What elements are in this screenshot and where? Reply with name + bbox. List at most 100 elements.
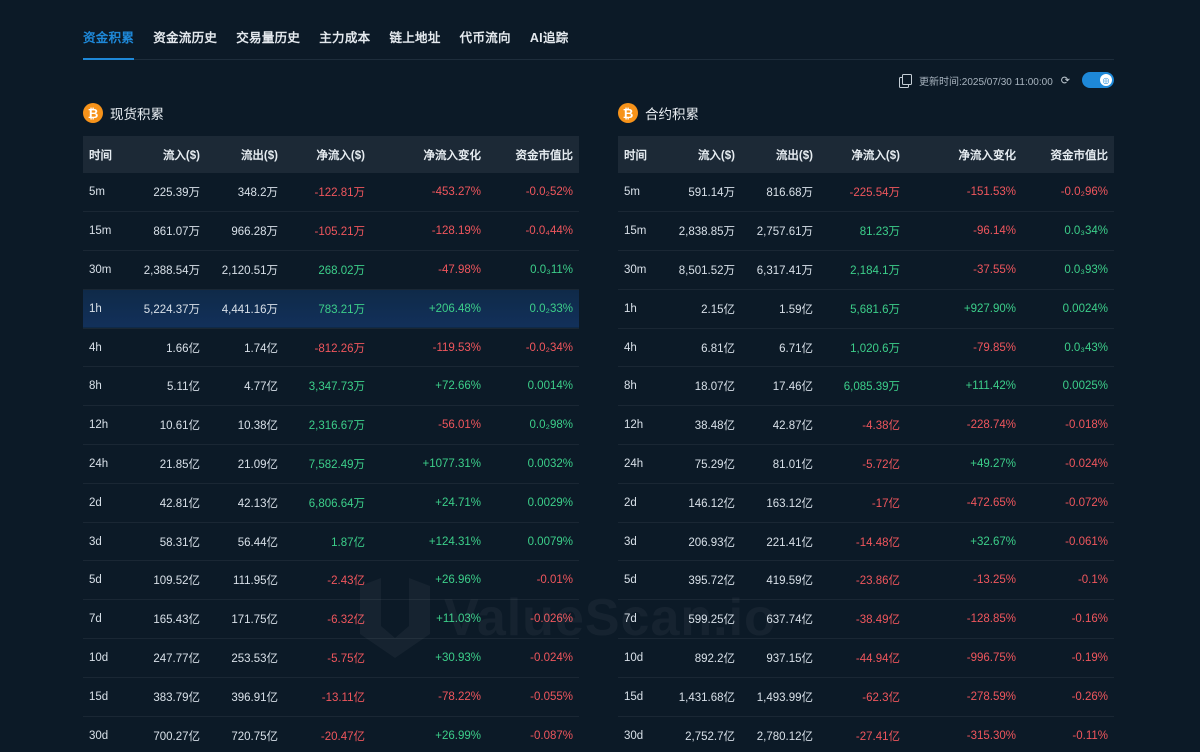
tab-6[interactable]: AI追踪 xyxy=(530,0,569,59)
table-cell: -225.54万 xyxy=(849,187,900,200)
table-cell: -6.32亿 xyxy=(327,614,365,627)
table-cell: 2,120.51万 xyxy=(221,264,278,277)
table-row[interactable]: 4h 1.66亿 1.74亿 -812.26万 -119.53% -0.0₂34% xyxy=(83,328,579,367)
table-row[interactable]: 12h 38.48亿 42.87亿 -4.38亿 -228.74% -0.018% xyxy=(618,406,1114,445)
table-row[interactable]: 10d 892.2亿 937.15亿 -44.94亿 -996.75% -0.19% xyxy=(618,639,1114,678)
table-row[interactable]: 5d 109.52亿 111.95亿 -2.43亿 +26.96% -0.01% xyxy=(83,561,579,600)
tab-2[interactable]: 交易量历史 xyxy=(236,0,300,59)
table-row[interactable]: 7d 165.43亿 171.75亿 -6.32亿 +11.03% -0.026% xyxy=(83,600,579,639)
table-row[interactable]: 5d 395.72亿 419.59亿 -23.86亿 -13.25% -0.1% xyxy=(618,561,1114,600)
table-cell: +927.90% xyxy=(963,302,1016,315)
bitcoin-icon: ₿ xyxy=(618,103,638,123)
table-cell: +49.27% xyxy=(970,457,1016,470)
table-cell: 6.71亿 xyxy=(779,342,813,355)
table-cell: 591.14万 xyxy=(688,187,735,200)
futures-panel-header: ₿ 合约积累 xyxy=(618,100,1114,126)
table-cell: 30d xyxy=(89,729,109,742)
table-cell: 42.81亿 xyxy=(159,497,200,510)
table-cell: 4h xyxy=(624,341,637,354)
table-row[interactable]: 2d 42.81亿 42.13亿 6,806.64万 +24.71% 0.0029% xyxy=(83,483,579,523)
table-cell: 24h xyxy=(624,457,644,470)
spot-accumulation-panel: ₿ 现货积累 时间 流入($) 流出($) 净流入($) 净流入变化 资金市值比 5m 22… xyxy=(83,100,579,752)
table-cell: -0.026% xyxy=(530,613,573,626)
table-row[interactable]: 1h 5,224.37万 4,441.16万 783.21万 +206.48% 0.0₂3… xyxy=(83,289,579,329)
table-cell: -56.01% xyxy=(438,419,481,432)
table-cell: +32.67% xyxy=(970,535,1016,548)
table-row[interactable]: 2d 146.12亿 163.12亿 -17亿 -472.65% -0.072% xyxy=(618,483,1114,523)
table-cell: -315.30% xyxy=(966,729,1016,742)
table-cell: -105.21万 xyxy=(314,226,365,239)
table-row[interactable]: 7d 599.25亿 637.74亿 -38.49亿 -128.85% -0.16% xyxy=(618,600,1114,639)
table-row[interactable]: 30d 2,752.7亿 2,780.12亿 -27.41亿 -315.30% -0.11… xyxy=(618,716,1114,752)
spot-table: 时间 流入($) 流出($) 净流入($) 净流入变化 资金市值比 5m 225.39万 34… xyxy=(83,136,579,752)
tab-3[interactable]: 主力成本 xyxy=(319,0,370,59)
table-cell: 966.28万 xyxy=(231,226,278,239)
table-row[interactable]: 24h 75.29亿 81.01亿 -5.72亿 +49.27% -0.024% xyxy=(618,445,1114,484)
table-row[interactable]: 3d 206.93亿 221.41亿 -14.48亿 +32.67% -0.061% xyxy=(618,522,1114,561)
table-cell: -0.018% xyxy=(1065,419,1108,432)
table-cell: 0.0₂98% xyxy=(529,419,573,432)
table-cell: -122.81万 xyxy=(314,187,365,200)
table-cell: 5m xyxy=(624,186,640,199)
table-cell: -78.22% xyxy=(438,690,481,703)
table-cell: 15d xyxy=(89,690,109,703)
table-row[interactable]: 3d 58.31亿 56.44亿 1.87亿 +124.31% 0.0079% xyxy=(83,522,579,561)
tab-1[interactable]: 资金流历史 xyxy=(153,0,217,59)
table-cell: 15m xyxy=(89,225,112,238)
table-cell: -0.11% xyxy=(1072,729,1108,742)
table-row[interactable]: 15d 1,431.68亿 1,493.99亿 -62.3亿 -278.59% -0.26… xyxy=(618,677,1114,717)
table-cell: 1,493.99亿 xyxy=(756,691,813,704)
table-row[interactable]: 1h 2.15亿 1.59亿 5,681.6万 +927.90% 0.0024% xyxy=(618,289,1114,329)
table-row[interactable]: 10d 247.77亿 253.53亿 -5.75亿 +30.93% -0.024% xyxy=(83,639,579,678)
table-row[interactable]: 8h 18.07亿 17.46亿 6,085.39万 +111.42% 0.0025% xyxy=(618,367,1114,406)
table-cell: -119.53% xyxy=(432,341,481,354)
table-cell: -14.48亿 xyxy=(855,536,900,549)
table-cell: 0.0₃93% xyxy=(1064,263,1108,276)
table-row[interactable]: 15m 861.07万 966.28万 -105.21万 -128.19% -0.0₄44… xyxy=(83,212,579,251)
table-cell: 10.61亿 xyxy=(159,420,200,433)
column-header: 流出($) xyxy=(775,149,813,162)
table-cell: 18.07亿 xyxy=(694,381,735,394)
table-row[interactable]: 15d 383.79亿 396.91亿 -13.11亿 -78.22% -0.055% xyxy=(83,677,579,717)
table-row[interactable]: 8h 5.11亿 4.77亿 3,347.73万 +72.66% 0.0014% xyxy=(83,367,579,406)
table-row[interactable]: 24h 21.85亿 21.09亿 7,582.49万 +1077.31% 0.0032% xyxy=(83,445,579,484)
auto-refresh-toggle[interactable]: ◎ xyxy=(1082,72,1114,88)
tab-5[interactable]: 代币流向 xyxy=(460,0,511,59)
table-cell: 206.93亿 xyxy=(688,536,735,549)
copy-icon[interactable] xyxy=(898,74,912,88)
table-cell: 111.95亿 xyxy=(233,575,278,588)
refresh-icon[interactable]: ⟳ xyxy=(1061,74,1070,87)
table-cell: -0.1% xyxy=(1077,574,1108,587)
table-cell: +26.96% xyxy=(435,574,481,587)
table-cell: 395.72亿 xyxy=(688,575,735,588)
tab-4[interactable]: 链上地址 xyxy=(389,0,440,59)
table-cell: +30.93% xyxy=(435,651,481,664)
table-cell: 30m xyxy=(89,263,112,276)
spot-panel-title: 现货积累 xyxy=(110,107,164,122)
table-cell: 599.25亿 xyxy=(688,614,735,627)
table-cell: 2,838.85万 xyxy=(678,226,735,239)
table-cell: 2,184.1万 xyxy=(850,264,900,277)
table-row[interactable]: 30d 700.27亿 720.75亿 -20.47亿 +26.99% -0.087% xyxy=(83,716,579,752)
table-row[interactable]: 5m 591.14万 816.68万 -225.54万 -151.53% -0.0₂96% xyxy=(618,173,1114,212)
tab-0[interactable]: 资金积累 xyxy=(83,0,135,60)
table-cell: 2,780.12亿 xyxy=(756,730,813,743)
table-cell: 221.41亿 xyxy=(766,536,813,549)
table-cell: -13.11亿 xyxy=(321,691,365,704)
update-bar: 更新时间:2025/07/30 11:00:00 ⟳ ◎ xyxy=(898,71,1114,89)
table-cell: 165.43亿 xyxy=(153,614,200,627)
table-row[interactable]: 15m 2,838.85万 2,757.61万 81.23万 -96.14% 0.0₃34… xyxy=(618,212,1114,251)
table-row[interactable]: 4h 6.81亿 6.71亿 1,020.6万 -79.85% 0.0₃43% xyxy=(618,328,1114,367)
table-row[interactable]: 12h 10.61亿 10.38亿 2,316.67万 -56.01% 0.0₂98% xyxy=(83,406,579,445)
table-row[interactable]: 5m 225.39万 348.2万 -122.81万 -453.27% -0.0₂52% xyxy=(83,173,579,212)
table-cell: 5m xyxy=(89,186,105,199)
table-cell: +111.42% xyxy=(965,380,1016,393)
table-row[interactable]: 30m 8,501.52万 6,317.41万 2,184.1万 -37.55% 0.0₃… xyxy=(618,251,1114,290)
table-cell: 6.81亿 xyxy=(701,342,735,355)
table-cell: 5.11亿 xyxy=(166,381,200,394)
table-cell: 0.0024% xyxy=(1062,302,1108,315)
spot-panel-header: ₿ 现货积累 xyxy=(83,100,579,126)
table-cell: 56.44亿 xyxy=(237,536,278,549)
table-row[interactable]: 30m 2,388.54万 2,120.51万 268.02万 -47.98% 0.0₃1… xyxy=(83,251,579,290)
table-cell: 383.79亿 xyxy=(153,691,200,704)
